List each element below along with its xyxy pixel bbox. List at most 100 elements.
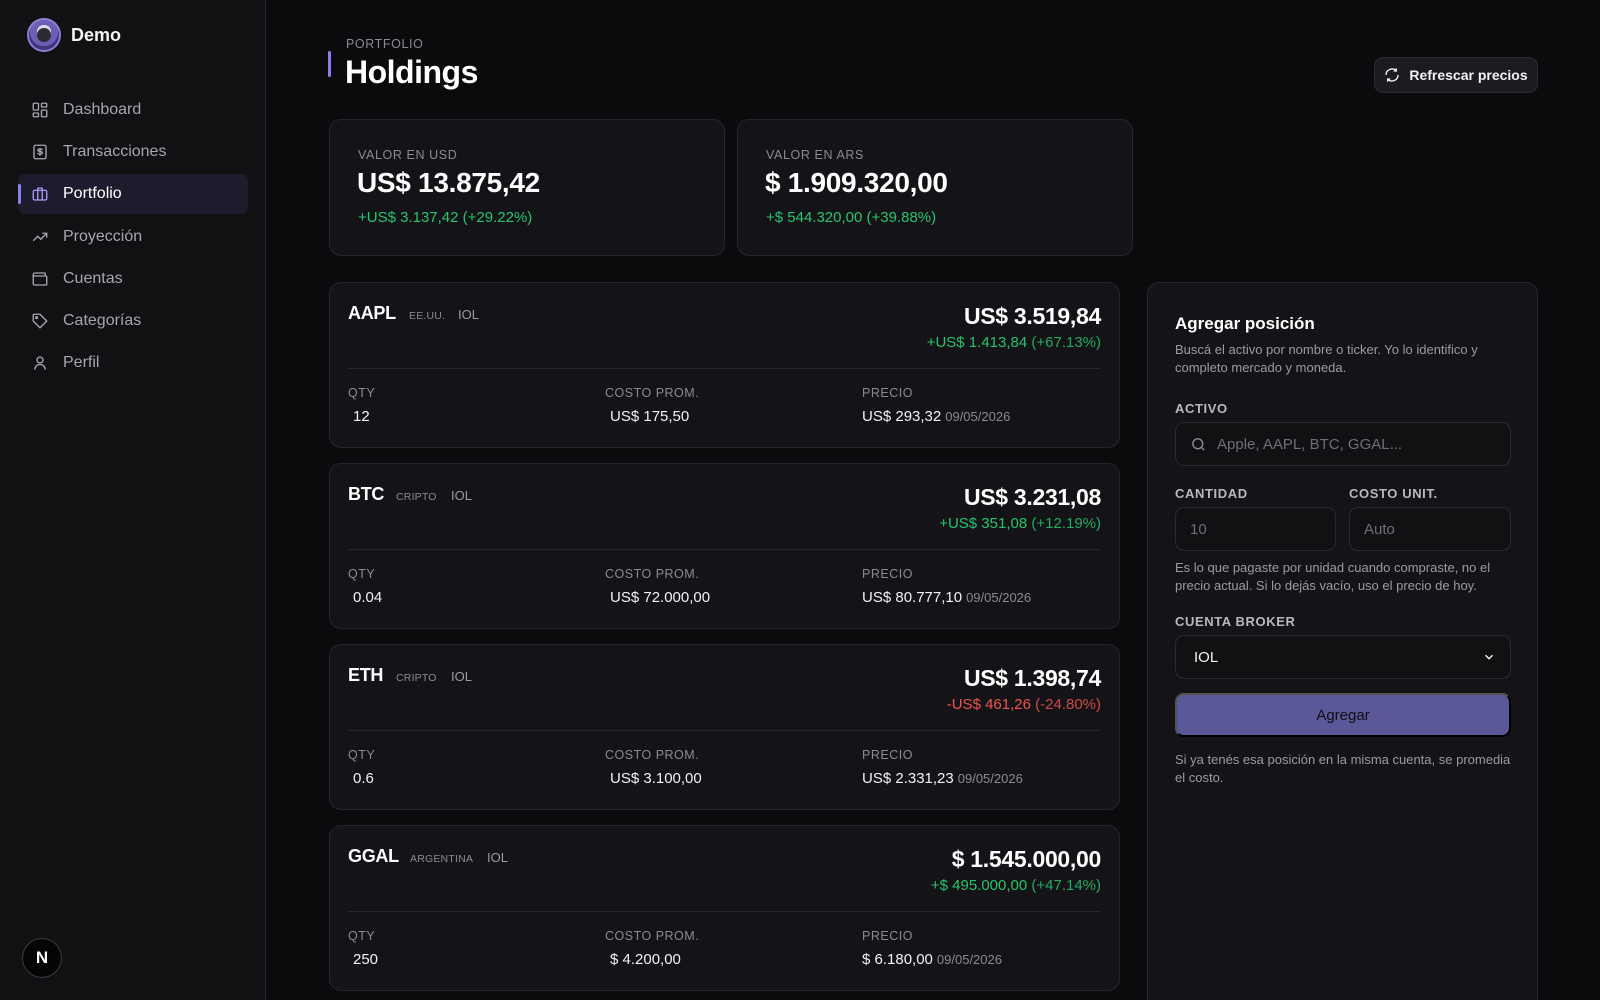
sidebar: Demo Dashboard Transacciones Portfolio P…	[0, 0, 266, 1000]
header-accent-bar	[328, 51, 331, 77]
page-eyebrow: PORTFOLIO	[346, 37, 424, 51]
refresh-label: Refrescar precios	[1409, 67, 1528, 83]
price-label: PRECIO	[862, 567, 913, 581]
holding-broker: IOL	[458, 307, 479, 322]
holding-change: -US$ 461,26 (-24.80%)	[947, 696, 1101, 713]
price-value: $ 6.180,00 09/05/2026	[862, 951, 1002, 968]
holding-market: CRIPTO	[396, 672, 437, 684]
cost-value: US$ 72.000,00	[610, 589, 711, 606]
price-amount: US$ 2.331,23	[862, 770, 954, 787]
holding-change-pct: (-24.80%)	[1035, 696, 1101, 713]
sidebar-item-label: Transacciones	[63, 143, 167, 161]
price-label: PRECIO	[862, 748, 913, 762]
add-button[interactable]: Agregar	[1175, 693, 1511, 737]
holding-ticker: BTC	[348, 484, 385, 504]
cost-label: COSTO PROM.	[605, 929, 700, 943]
qty-value: 0.6	[353, 770, 374, 787]
broker-account-label: CUENTA BROKER	[1175, 614, 1296, 629]
sidebar-item-dashboard[interactable]: Dashboard	[18, 90, 248, 130]
unit-cost-input[interactable]: Auto	[1349, 507, 1511, 551]
holding-ticker: GGAL	[348, 846, 399, 866]
qty-label: QTY	[348, 929, 376, 943]
holding-change-amount: +US$ 351,08	[939, 515, 1028, 532]
holding-change-amount: +$ 495.000,00	[930, 877, 1028, 894]
sidebar-item-transacciones[interactable]: Transacciones	[18, 132, 248, 172]
avatar	[27, 18, 61, 52]
asset-placeholder: Apple, AAPL, BTC, GGAL...	[1217, 435, 1403, 453]
holding-broker: IOL	[487, 850, 508, 865]
quantity-placeholder: 10	[1190, 520, 1207, 538]
holding-change-pct: (+67.13%)	[1031, 334, 1101, 351]
divider	[348, 368, 1101, 369]
holding-card-btc[interactable]: BTC CRIPTO IOL US$ 3.231,08 +US$ 351,08 …	[329, 463, 1120, 629]
broker-account-select[interactable]: IOL	[1175, 635, 1511, 679]
holding-ticker: ETH	[348, 665, 384, 685]
holding-change: +US$ 1.413,84 (+67.13%)	[927, 334, 1101, 351]
briefcase-icon	[32, 187, 48, 202]
sidebar-item-portfolio[interactable]: Portfolio	[18, 174, 248, 215]
sidebar-item-proyeccion[interactable]: Proyección	[18, 217, 248, 257]
holding-broker: IOL	[451, 488, 472, 503]
holding-card-ggal[interactable]: GGAL ARGENTINA IOL $ 1.545.000,00 +$ 495…	[329, 825, 1120, 991]
sidebar-item-label: Cuentas	[63, 269, 123, 287]
summary-label: VALOR EN USD	[358, 148, 458, 162]
brand[interactable]: Demo	[27, 18, 121, 52]
qty-label: QTY	[348, 386, 376, 400]
holding-card-eth[interactable]: ETH CRIPTO IOL US$ 1.398,74 -US$ 461,26 …	[329, 644, 1120, 810]
sidebar-item-label: Categorías	[63, 311, 142, 329]
tag-icon	[32, 313, 48, 329]
qty-value: 250	[353, 951, 379, 968]
dashboard-icon	[32, 102, 48, 118]
dev-tools-badge[interactable]: N	[22, 938, 62, 978]
summary-change: +US$ 3.137,42 (+29.22%)	[358, 209, 533, 226]
holding-total: US$ 3.231,08	[963, 484, 1101, 510]
cost-label: COSTO PROM.	[605, 748, 700, 762]
summary-card-usd: VALOR EN USD US$ 13.875,42 +US$ 3.137,42…	[329, 119, 725, 256]
price-value: US$ 293,32 09/05/2026	[862, 408, 1010, 425]
holding-card-aapl[interactable]: AAPL EE.UU. IOL US$ 3.519,84 +US$ 1.413,…	[329, 282, 1120, 448]
holding-change-amount: +US$ 1.413,84	[926, 334, 1028, 351]
receipt-icon	[33, 144, 47, 160]
summary-value: US$ 13.875,42	[357, 167, 540, 198]
sidebar-item-label: Proyección	[63, 227, 143, 245]
quantity-label: CANTIDAD	[1175, 486, 1248, 501]
price-value: US$ 2.331,23 09/05/2026	[862, 770, 1023, 787]
cost-value: US$ 175,50	[610, 408, 690, 425]
summary-value: $ 1.909.320,00	[765, 167, 948, 198]
asset-search-input[interactable]: Apple, AAPL, BTC, GGAL...	[1175, 422, 1511, 466]
sidebar-item-label: Perfil	[63, 354, 100, 372]
cost-value: US$ 3.100,00	[610, 770, 702, 787]
qty-label: QTY	[348, 748, 376, 762]
average-cost-note: Si ya tenés esa posición en la misma cue…	[1175, 752, 1511, 785]
refresh-icon	[1385, 68, 1400, 82]
holding-market: ARGENTINA	[410, 853, 474, 865]
holding-broker: IOL	[451, 669, 472, 684]
divider	[348, 911, 1101, 912]
sidebar-item-label: Portfolio	[63, 185, 122, 203]
sidebar-item-cuentas[interactable]: Cuentas	[18, 259, 248, 299]
holding-market: CRIPTO	[396, 491, 437, 503]
page-title: Holdings	[345, 54, 478, 90]
divider	[348, 549, 1101, 550]
price-amount: US$ 80.777,10	[862, 589, 963, 606]
quantity-input[interactable]: 10	[1175, 507, 1336, 551]
sidebar-item-categorias[interactable]: Categorías	[18, 301, 248, 341]
sidebar-item-perfil[interactable]: Perfil	[18, 343, 248, 383]
add-position-description: Buscá el activo por nombre o ticker. Yo …	[1175, 342, 1478, 375]
summary-label: VALOR EN ARS	[766, 148, 864, 162]
add-position-panel: Agregar posición Buscá el activo por nom…	[1147, 282, 1538, 1000]
price-amount: US$ 293,32	[862, 408, 942, 425]
refresh-prices-button[interactable]: Refrescar precios	[1374, 57, 1538, 93]
holding-change-pct: (+12.19%)	[1031, 515, 1101, 532]
holding-change-amount: -US$ 461,26	[946, 696, 1031, 713]
holding-change-pct: (+47.14%)	[1031, 877, 1101, 894]
cost-label: COSTO PROM.	[605, 567, 700, 581]
holding-total: US$ 1.398,74	[963, 665, 1101, 691]
wallet-icon	[32, 272, 48, 286]
holding-change: +US$ 351,08 (+12.19%)	[939, 515, 1101, 532]
asset-label: ACTIVO	[1175, 401, 1228, 416]
price-label: PRECIO	[862, 929, 913, 943]
app-name: Demo	[71, 24, 122, 45]
price-amount: $ 6.180,00	[862, 951, 933, 968]
unit-cost-hint: Es lo que pagaste por unidad cuando comp…	[1175, 560, 1491, 593]
